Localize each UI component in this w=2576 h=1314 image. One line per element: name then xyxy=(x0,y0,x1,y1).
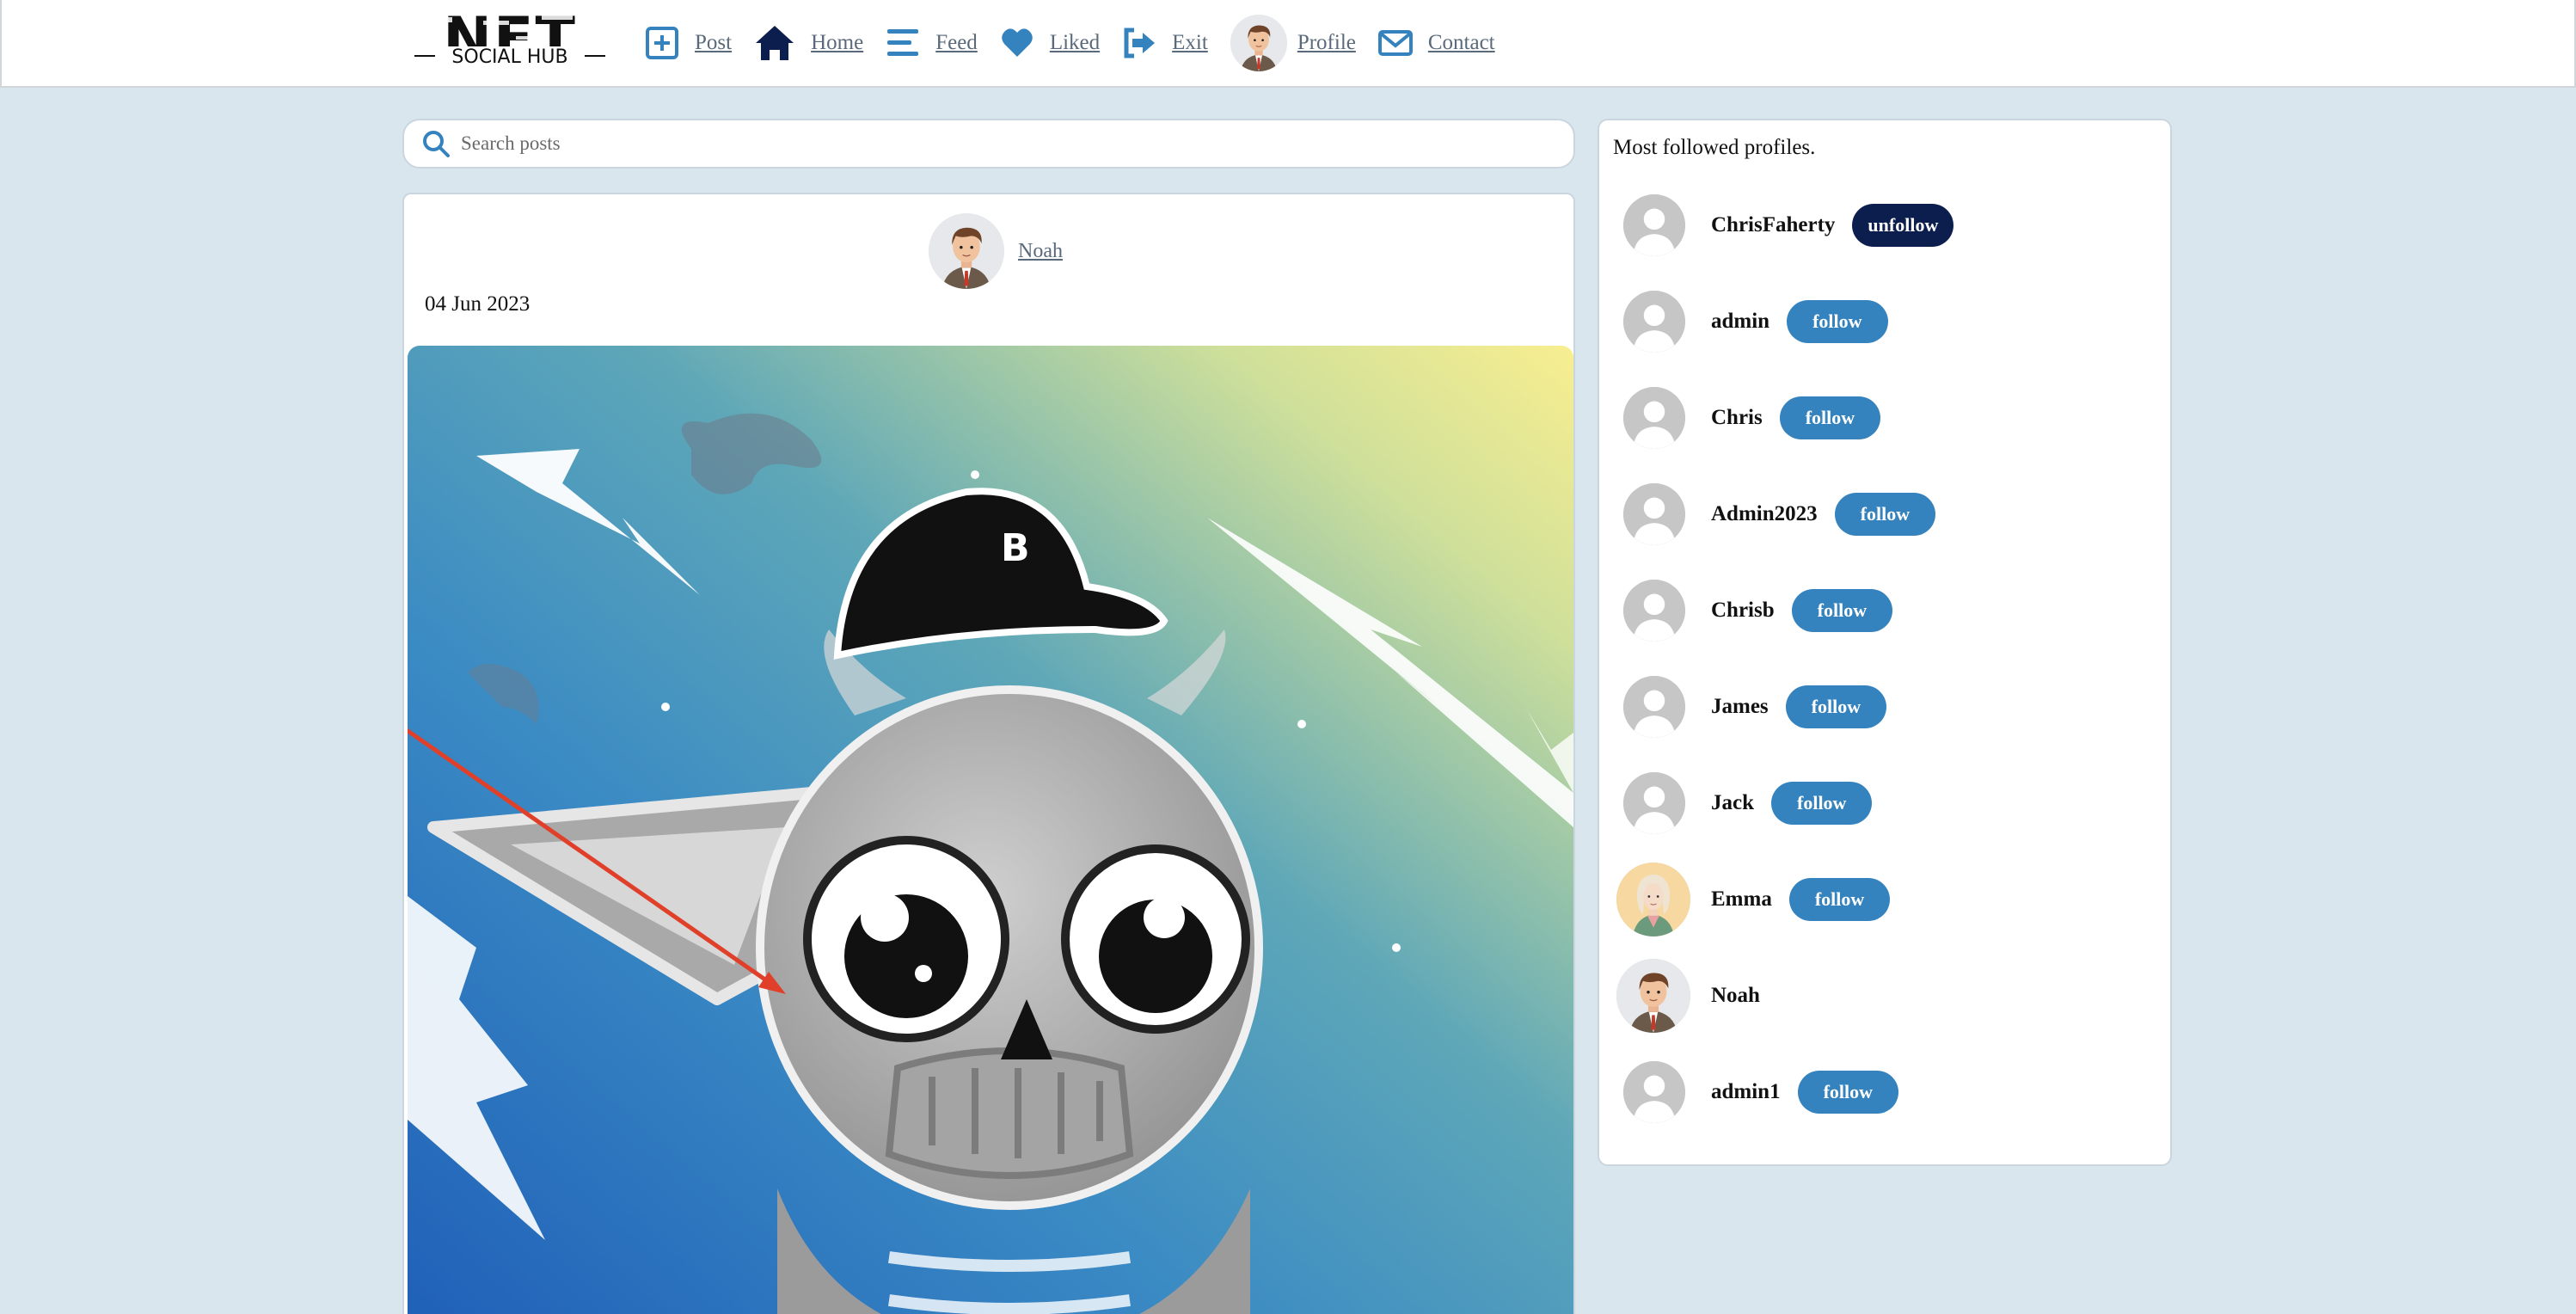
avatar[interactable] xyxy=(1623,676,1685,738)
profile-name[interactable]: Noah xyxy=(1711,984,1760,1008)
avatar[interactable] xyxy=(1623,291,1685,353)
unfollow-button[interactable]: unfollow xyxy=(1852,204,1954,247)
home-icon xyxy=(754,24,795,62)
profile-name[interactable]: Admin2023 xyxy=(1711,502,1818,526)
profile-name[interactable]: ChrisFaherty xyxy=(1711,213,1835,237)
nav-post-label: Post xyxy=(695,31,733,54)
search-icon xyxy=(423,131,450,157)
profile-name[interactable]: Chrisb xyxy=(1711,599,1775,623)
follow-button[interactable]: follow xyxy=(1785,685,1887,728)
follow-button[interactable]: follow xyxy=(1779,396,1881,439)
follow-button[interactable]: follow xyxy=(1787,300,1888,343)
profile-row: Chrisb follow xyxy=(1623,576,1893,645)
nft-social-hub-logo[interactable]: NFT SOCIAL HUB xyxy=(413,5,607,77)
avatar[interactable] xyxy=(1623,580,1685,642)
nav-exit-label: Exit xyxy=(1172,31,1208,54)
avatar[interactable] xyxy=(1623,194,1685,256)
post-nft-image[interactable]: B xyxy=(408,346,1573,1314)
avatar[interactable] xyxy=(1616,863,1690,936)
nav-liked-label: Liked xyxy=(1049,31,1101,54)
nav-home-label: Home xyxy=(811,31,864,54)
profile-name[interactable]: Chris xyxy=(1711,406,1763,430)
profile-row: Jack follow xyxy=(1623,769,1873,838)
profile-row: Noah xyxy=(1616,959,1777,1033)
plus-square-icon xyxy=(645,26,679,60)
follow-button[interactable]: follow xyxy=(1791,589,1893,632)
follow-button[interactable]: follow xyxy=(1771,782,1873,825)
most-followed-panel: Most followed profiles. ChrisFaherty unf… xyxy=(1598,119,2172,1166)
avatar[interactable] xyxy=(1623,483,1685,545)
search-input[interactable] xyxy=(461,132,1493,155)
nav-liked-link[interactable]: Liked xyxy=(1000,26,1100,60)
follow-button[interactable]: follow xyxy=(1788,878,1891,921)
post-date: 04 Jun 2023 xyxy=(425,292,531,316)
follow-button[interactable]: follow xyxy=(1834,493,1936,536)
avatar xyxy=(1230,15,1287,71)
avatar[interactable] xyxy=(1623,772,1685,834)
nav-home-link[interactable]: Home xyxy=(754,24,863,62)
sidebar-title: Most followed profiles. xyxy=(1613,136,1816,159)
post-card: Noah 04 Jun 2023 B xyxy=(402,193,1575,1314)
nav-profile-link[interactable]: Profile xyxy=(1230,15,1356,71)
follow-button[interactable]: follow xyxy=(1797,1071,1899,1114)
avatar xyxy=(929,213,1004,289)
profile-row: admin follow xyxy=(1623,287,1888,356)
nav-contact-link[interactable]: Contact xyxy=(1377,26,1495,60)
nav-feed-link[interactable]: Feed xyxy=(886,26,978,60)
post-author-name[interactable]: Noah xyxy=(1018,240,1063,263)
top-navbar: NFT SOCIAL HUB Post Home Feed Liked Exit… xyxy=(0,0,2576,88)
profile-name[interactable]: Jack xyxy=(1711,791,1754,815)
nav-contact-label: Contact xyxy=(1427,31,1495,54)
svg-text:SOCIAL HUB: SOCIAL HUB xyxy=(451,46,567,68)
profile-name[interactable]: admin1 xyxy=(1711,1080,1781,1104)
profile-name[interactable]: admin xyxy=(1711,310,1769,334)
profile-row: James follow xyxy=(1623,672,1887,741)
search-bar[interactable] xyxy=(402,119,1575,169)
profile-row: admin1 follow xyxy=(1623,1058,1899,1127)
heart-icon xyxy=(1000,26,1034,60)
profile-name[interactable]: James xyxy=(1711,695,1769,719)
nav-post-link[interactable]: Post xyxy=(645,26,732,60)
nav-feed-label: Feed xyxy=(935,31,978,54)
exit-icon xyxy=(1122,26,1156,60)
nav-exit-link[interactable]: Exit xyxy=(1122,26,1208,60)
nav-profile-label: Profile xyxy=(1297,31,1356,54)
feed-icon xyxy=(886,26,920,60)
svg-text:B: B xyxy=(1001,526,1030,570)
profile-row: Emma follow xyxy=(1616,863,1891,936)
post-author[interactable]: Noah xyxy=(929,213,1063,289)
avatar[interactable] xyxy=(1623,387,1685,449)
profile-row: ChrisFaherty unfollow xyxy=(1623,191,1954,260)
profile-row: Chris follow xyxy=(1623,384,1881,452)
avatar[interactable] xyxy=(1623,1061,1685,1123)
profile-name[interactable]: Emma xyxy=(1711,887,1772,912)
avatar[interactable] xyxy=(1616,959,1690,1033)
envelope-icon xyxy=(1377,26,1413,60)
profile-row: Admin2023 follow xyxy=(1623,480,1936,549)
